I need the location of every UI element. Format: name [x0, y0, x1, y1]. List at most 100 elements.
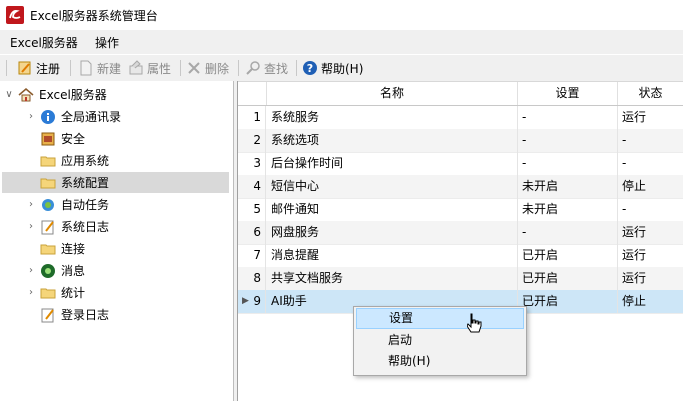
table-row[interactable]: 7 消息提醒 已开启 运行 [238, 244, 683, 268]
tree-label: 全局通讯录 [61, 110, 122, 124]
row-number: 2 [238, 129, 266, 152]
new-label: 新建 [97, 61, 122, 76]
table-row[interactable]: 5 邮件通知 未开启 - [238, 198, 683, 222]
tree-label: 自动任务 [61, 198, 110, 212]
toolbar-grip [6, 60, 7, 76]
tree-item-message[interactable]: › 消息 [26, 260, 229, 281]
table-row[interactable]: 2 系统选项 - - [238, 129, 683, 153]
cell-setting: 未开启 [518, 198, 618, 221]
cell-name: 系统服务 [267, 106, 518, 129]
folder-icon [40, 156, 56, 166]
table-row[interactable]: 1 系统服务 - 运行 [238, 106, 683, 130]
tree-label: 消息 [61, 264, 86, 278]
search-icon [246, 61, 260, 75]
expand-chevron-icon[interactable]: › [26, 287, 36, 298]
tree-item-global-contacts[interactable]: › 全局通讯录 [26, 106, 229, 127]
tree-item-app-system[interactable]: 应用系统 [40, 150, 229, 171]
row-number: 9 [238, 290, 266, 313]
row-number: 7 [238, 244, 266, 267]
cell-name: 系统选项 [267, 129, 518, 152]
register-button[interactable]: 注册 [17, 58, 60, 78]
toolbar-separator [238, 60, 239, 76]
delete-label: 删除 [205, 61, 230, 76]
row-number: 8 [238, 267, 266, 290]
tree-item-security[interactable]: 安全 [40, 128, 229, 149]
tree-label: 系统配置 [61, 176, 110, 190]
menu-bar: Excel服务器 操作 [0, 30, 683, 54]
column-header-name[interactable]: 名称 [267, 82, 518, 105]
message-icon [41, 263, 55, 278]
folder-icon [40, 244, 56, 254]
table-row[interactable]: 6 网盘服务 - 运行 [238, 221, 683, 245]
context-menu-settings[interactable]: 设置 [356, 308, 524, 329]
column-header-status[interactable]: 状态 [618, 82, 683, 105]
context-menu-start[interactable]: 启动 [356, 330, 524, 351]
toolbar-separator [296, 60, 297, 76]
menu-action[interactable]: 操作 [95, 34, 119, 51]
cell-status: 运行 [622, 248, 647, 262]
delete-button[interactable]: 删除 [186, 58, 229, 78]
cell-setting: 未开启 [518, 175, 618, 198]
collapse-chevron-icon[interactable]: ∨ [4, 89, 14, 100]
cell-setting: 已开启 [518, 244, 618, 267]
cell-status: - [622, 156, 627, 170]
expand-chevron-icon[interactable]: › [26, 265, 36, 276]
folder-icon [40, 178, 56, 188]
tree-item-statistics[interactable]: › 统计 [26, 282, 229, 303]
toolbar-separator [180, 60, 181, 76]
cell-setting: 已开启 [518, 290, 618, 313]
tree-item-system-config[interactable]: 系统配置 [2, 172, 229, 193]
find-label: 查找 [264, 61, 289, 76]
context-menu: 设置 启动 帮助(H) [353, 306, 527, 376]
tree-item-connection[interactable]: 连接 [40, 238, 229, 259]
table-row[interactable]: 4 短信中心 未开启 停止 [238, 175, 683, 199]
cell-name: 共享文档服务 [267, 267, 518, 290]
table-row[interactable]: 3 后台操作时间 - - [238, 152, 683, 176]
help-button[interactable]: ? 帮助(H) [302, 58, 363, 78]
expand-chevron-icon[interactable]: › [26, 221, 36, 232]
tree-label: 系统日志 [61, 220, 110, 234]
cell-setting: - [518, 221, 618, 244]
security-icon [41, 132, 55, 145]
cell-setting: - [518, 152, 618, 175]
cell-name: 消息提醒 [267, 244, 518, 267]
cell-status: 运行 [622, 225, 647, 239]
svg-text:?: ? [307, 62, 313, 75]
excel-server-logo-icon [6, 6, 24, 24]
menu-excel-server[interactable]: Excel服务器 [10, 34, 78, 51]
help-label: 帮助(H) [321, 61, 364, 76]
table-row[interactable]: 8 共享文档服务 已开启 运行 [238, 267, 683, 291]
expand-chevron-icon[interactable]: › [26, 199, 36, 210]
expand-chevron-icon[interactable]: › [26, 111, 36, 122]
title-bar: Excel服务器系统管理台 [0, 0, 683, 30]
info-icon [41, 109, 55, 124]
find-button[interactable]: 查找 [245, 58, 288, 78]
tree-label: 安全 [61, 132, 86, 146]
tree-label: Excel服务器 [39, 88, 107, 102]
navigation-tree: ∨ Excel服务器 › 全局通讯录 安全 应用系统 系统配置 › 自动任务 ›… [0, 81, 234, 401]
tree-label: 登录日志 [61, 308, 110, 322]
toolbar: 注册 新建 属性 删除 查找 ? 帮助(H) [0, 55, 683, 82]
cell-setting: - [518, 106, 618, 129]
cell-name: 邮件通知 [267, 198, 518, 221]
delete-x-icon [188, 62, 200, 74]
row-number: 1 [238, 106, 266, 129]
tree-root-excel-server[interactable]: ∨ Excel服务器 [4, 84, 229, 105]
cell-status: 运行 [622, 110, 647, 124]
cell-status: 停止 [622, 179, 647, 193]
properties-button[interactable]: 属性 [128, 58, 171, 78]
cell-status: - [622, 133, 627, 147]
home-icon [18, 87, 34, 101]
grid-header: 名称 设置 状态 [238, 82, 683, 106]
cell-status: 运行 [622, 271, 647, 285]
tree-label: 连接 [61, 242, 86, 256]
toolbar-separator [70, 60, 71, 76]
new-button[interactable]: 新建 [78, 58, 121, 78]
context-menu-help[interactable]: 帮助(H) [356, 351, 524, 372]
tree-item-login-log[interactable]: 登录日志 [40, 304, 229, 325]
tree-item-system-log[interactable]: › 系统日志 [26, 216, 229, 237]
task-gear-icon [42, 198, 54, 211]
column-header-setting[interactable]: 设置 [518, 82, 618, 105]
tree-item-auto-task[interactable]: › 自动任务 [26, 194, 229, 215]
mouse-cursor-icon [467, 313, 482, 333]
